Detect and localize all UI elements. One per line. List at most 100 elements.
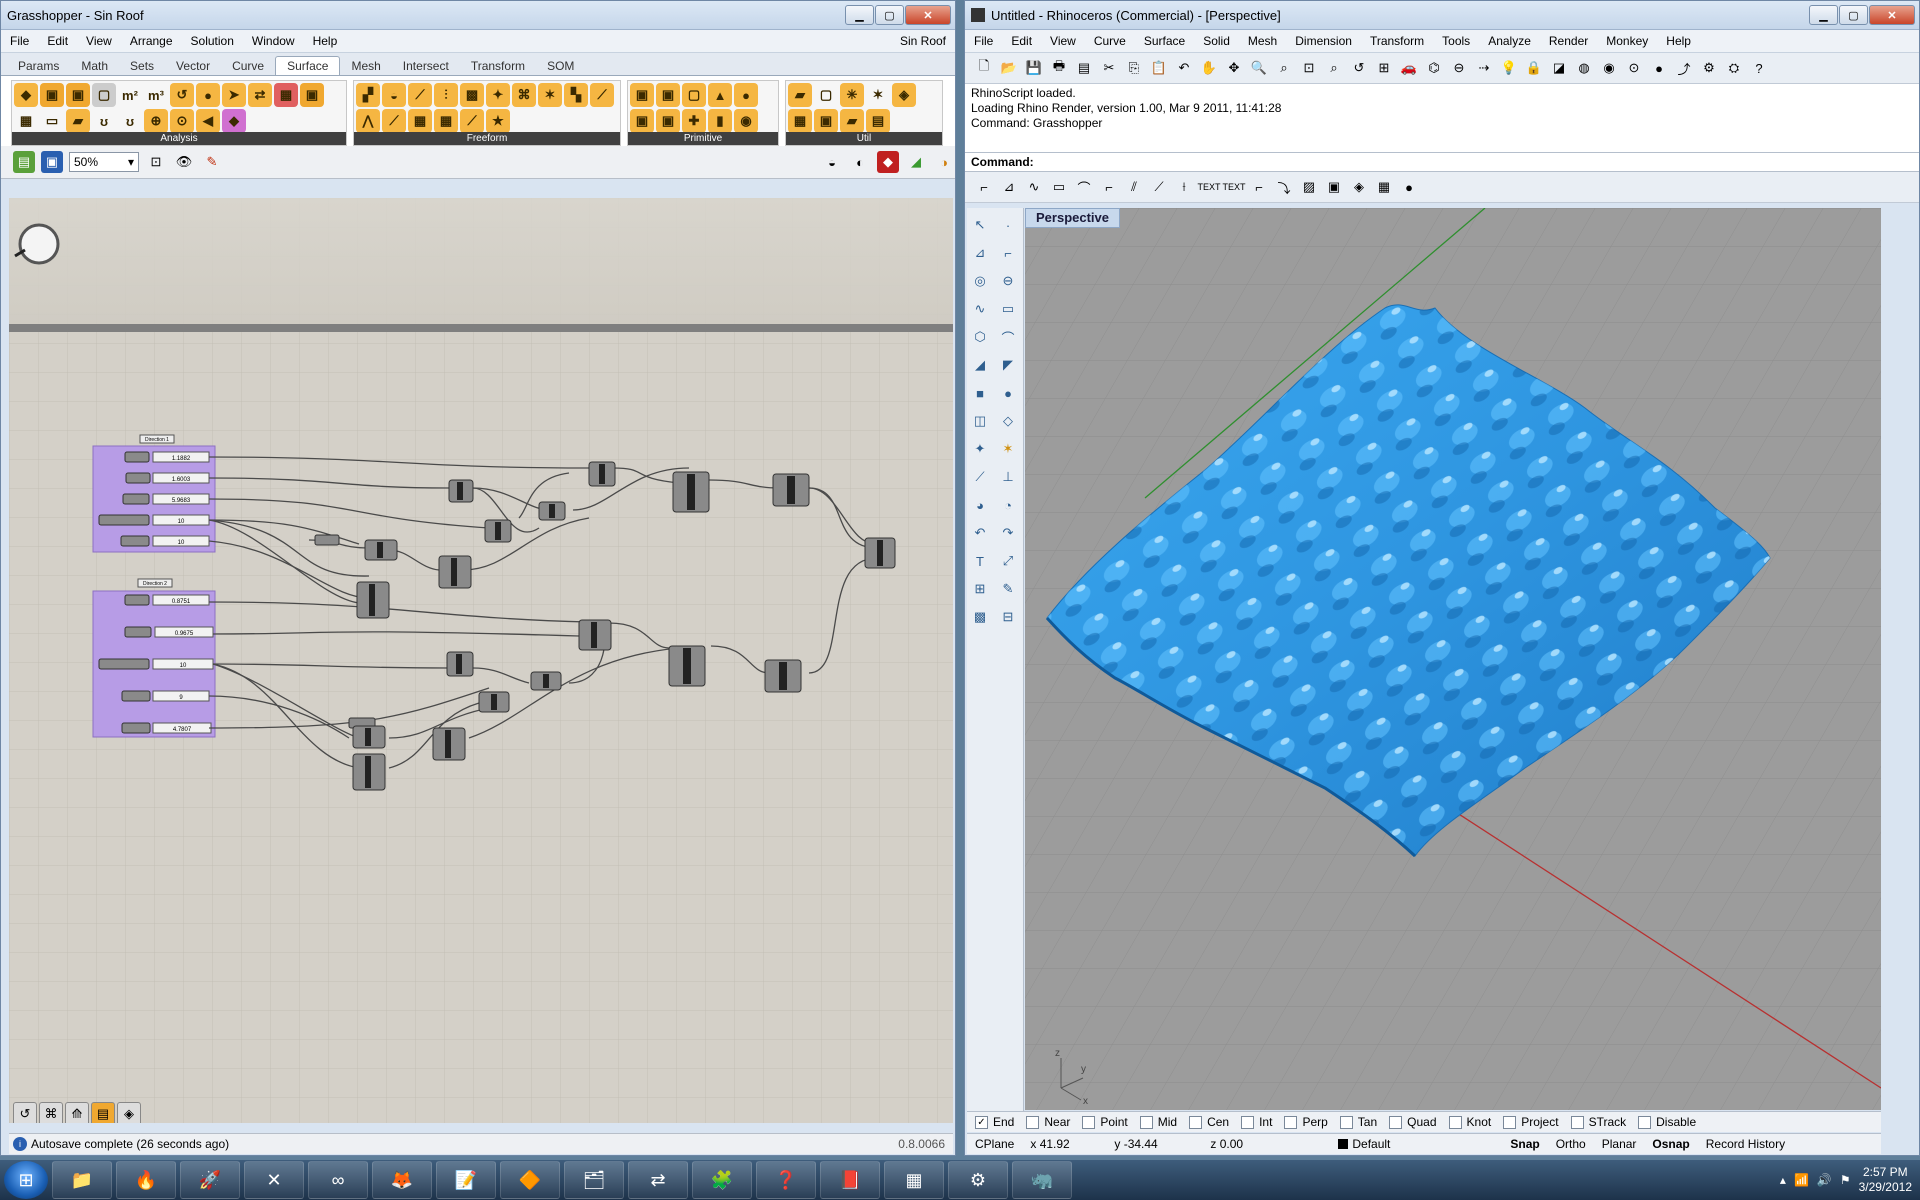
- rhino-title-bar[interactable]: Untitled - Rhinoceros (Commercial) - [Pe…: [965, 1, 1919, 30]
- box-icon[interactable]: ▣: [66, 83, 90, 107]
- slider[interactable]: [121, 722, 212, 734]
- array-icon[interactable]: ⊞: [967, 578, 993, 600]
- save-icon[interactable]: 💾: [1023, 57, 1045, 79]
- osnap-cen[interactable]: Cen: [1189, 1115, 1229, 1129]
- dimension-icon[interactable]: ⌐: [1248, 176, 1270, 198]
- checkbox[interactable]: [1139, 1115, 1153, 1129]
- explorer-icon[interactable]: 📁: [52, 1161, 112, 1199]
- text-icon[interactable]: T: [967, 550, 993, 572]
- gh-canvas[interactable]: 1.1882 1.6003 5.9683 10 10 0.8751 0.9675…: [9, 198, 953, 1123]
- box-icon[interactable]: ▣: [300, 83, 324, 107]
- render-sphere-icon[interactable]: ●: [1648, 57, 1670, 79]
- point-icon[interactable]: ●: [1398, 176, 1420, 198]
- menu-mesh[interactable]: Mesh: [1239, 34, 1286, 48]
- grid-icon[interactable]: ▦: [274, 83, 298, 107]
- maximize-button[interactable]: ▢: [875, 5, 904, 25]
- fillet-icon[interactable]: ⟋: [382, 109, 406, 133]
- zoom-icon[interactable]: 🔍: [1248, 57, 1270, 79]
- fillet-icon[interactable]: ◕: [967, 494, 993, 516]
- highlight-widget-icon[interactable]: ▤: [91, 1102, 115, 1123]
- app-icon[interactable]: ▦: [884, 1161, 944, 1199]
- layout-icon[interactable]: ▦: [1373, 176, 1395, 198]
- new-icon[interactable]: 🗋: [973, 57, 995, 79]
- tag-icon[interactable]: ✶: [866, 83, 890, 107]
- firefox-icon[interactable]: 🦊: [372, 1161, 432, 1199]
- minimize-button[interactable]: ▁: [1809, 5, 1838, 25]
- menu-solid[interactable]: Solid: [1194, 34, 1239, 48]
- uv-icon[interactable]: ʊ: [92, 109, 116, 133]
- checkbox[interactable]: [1284, 1115, 1298, 1129]
- revolve-icon[interactable]: ✦: [486, 83, 510, 107]
- vlc-icon[interactable]: 🔶: [500, 1161, 560, 1199]
- slider[interactable]: [122, 493, 210, 505]
- sphere-icon[interactable]: ◉: [734, 109, 758, 133]
- volume-icon[interactable]: m³: [144, 83, 168, 107]
- uv-icon[interactable]: ʊ: [118, 109, 142, 133]
- rectangle-icon[interactable]: ▭: [995, 298, 1021, 320]
- move-icon[interactable]: ↶: [967, 522, 993, 544]
- box-icon[interactable]: ■: [967, 382, 993, 404]
- checkbox[interactable]: [1570, 1115, 1584, 1129]
- environment-icon[interactable]: ⊙: [1623, 57, 1645, 79]
- save-icon[interactable]: ▣: [41, 151, 63, 173]
- properties-icon[interactable]: ⛭: [1723, 57, 1745, 79]
- menu-window[interactable]: Window: [243, 34, 304, 48]
- menu-arrange[interactable]: Arrange: [121, 34, 182, 48]
- osnap-quad[interactable]: Quad: [1389, 1115, 1437, 1129]
- flip-icon[interactable]: ⇄: [248, 83, 272, 107]
- boundary-icon[interactable]: ✶: [538, 83, 562, 107]
- perspective-viewport[interactable]: z y x Perspective: [1025, 208, 1881, 1110]
- undo-icon[interactable]: ↶: [1173, 57, 1195, 79]
- paste-icon[interactable]: 📋: [1148, 57, 1170, 79]
- snap-toggle[interactable]: Snap: [1502, 1137, 1547, 1151]
- infinity-icon[interactable]: ∞: [308, 1161, 368, 1199]
- checkbox[interactable]: [1389, 1115, 1403, 1129]
- curve-icon[interactable]: ⌒: [1073, 176, 1095, 198]
- divide-icon[interactable]: ▰: [788, 83, 812, 107]
- group-icon[interactable]: ◈: [1348, 176, 1370, 198]
- checkbox[interactable]: [1638, 1115, 1652, 1129]
- checkbox[interactable]: [1503, 1115, 1517, 1129]
- cylinder-icon[interactable]: ▮: [708, 109, 732, 133]
- record-history-toggle[interactable]: Record History: [1698, 1137, 1793, 1151]
- solid-icon[interactable]: ●: [995, 382, 1021, 404]
- osnap-near[interactable]: Near: [1026, 1115, 1070, 1129]
- maximize-button[interactable]: ▢: [1839, 5, 1868, 25]
- pdf-icon[interactable]: 📕: [820, 1161, 880, 1199]
- surface-icon[interactable]: ◤: [995, 354, 1021, 376]
- slider[interactable]: [121, 690, 210, 702]
- extrude-icon[interactable]: ⟋: [408, 83, 432, 107]
- polyline-icon[interactable]: ⊿: [998, 176, 1020, 198]
- patch-icon[interactable]: ▩: [460, 83, 484, 107]
- box-icon[interactable]: ▣: [814, 109, 838, 133]
- box-icon[interactable]: ▣: [630, 83, 654, 107]
- cone-icon[interactable]: ▲: [708, 83, 732, 107]
- fragment-icon[interactable]: ▚: [564, 83, 588, 107]
- rectangle-icon[interactable]: ⌐: [995, 242, 1021, 264]
- mesh-icon[interactable]: ◇: [995, 410, 1021, 432]
- osnap-point[interactable]: Point: [1082, 1115, 1128, 1129]
- undo-view-icon[interactable]: ↺: [1348, 57, 1370, 79]
- tray-expand-icon[interactable]: ▴: [1780, 1173, 1786, 1187]
- planar-toggle[interactable]: Planar: [1594, 1137, 1645, 1151]
- checkbox[interactable]: [1189, 1115, 1203, 1129]
- open-icon[interactable]: ▤: [13, 151, 35, 173]
- osnap-mid[interactable]: Mid: [1139, 1115, 1177, 1129]
- tab-sets[interactable]: Sets: [119, 57, 165, 75]
- align-widget-icon[interactable]: ⟰: [65, 1102, 89, 1123]
- zoom-extents-icon[interactable]: ⊡: [145, 151, 167, 173]
- network-icon[interactable]: ⌘: [512, 83, 536, 107]
- wire-icon[interactable]: ⌬: [1423, 57, 1445, 79]
- osnap-disable[interactable]: Disable: [1638, 1115, 1696, 1129]
- tab-mesh[interactable]: Mesh: [340, 57, 391, 75]
- sync-icon[interactable]: ⇄: [628, 1161, 688, 1199]
- menu-dimension[interactable]: Dimension: [1286, 34, 1361, 48]
- select-icon[interactable]: ⇢: [1473, 57, 1495, 79]
- layer-icon[interactable]: ◪: [1548, 57, 1570, 79]
- cut-icon[interactable]: ✂: [1098, 57, 1120, 79]
- loft-icon[interactable]: ▞: [356, 83, 380, 107]
- navigation-compass[interactable]: [18, 223, 60, 265]
- menu-file[interactable]: File: [965, 34, 1002, 48]
- surface-icon[interactable]: ▰: [66, 109, 90, 133]
- cylinder-icon[interactable]: ◫: [967, 410, 993, 432]
